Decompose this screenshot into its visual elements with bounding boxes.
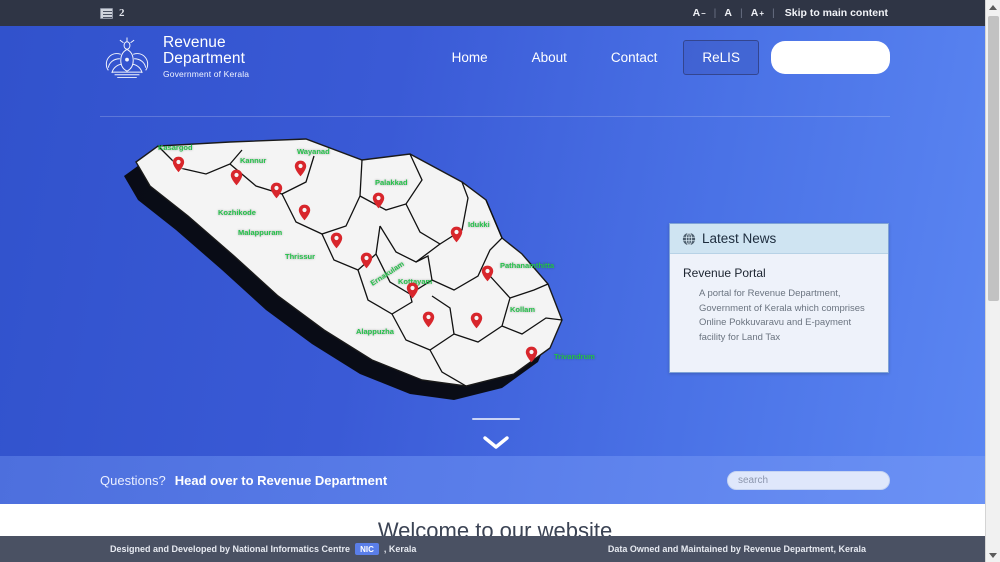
welcome-heading: Welcome to our website <box>378 518 612 536</box>
questions-prompt: Questions? <box>100 473 166 488</box>
map-pin-pathanamthitta[interactable] <box>481 265 494 282</box>
increase-font-label: A <box>751 7 759 19</box>
latest-news-title: Latest News <box>702 231 776 246</box>
nav-item-contact[interactable]: Contact <box>589 41 680 74</box>
triangle-up-icon <box>989 5 997 10</box>
chevron-down-icon[interactable] <box>483 436 509 450</box>
questions-action-text[interactable]: Head over to Revenue Department <box>175 473 387 488</box>
brand-line-3: Government of Kerala <box>163 70 249 79</box>
map-pin-thrissur[interactable] <box>330 232 343 249</box>
hero-section: Revenue Department Government of Kerala … <box>0 26 990 456</box>
news-item-description: A portal for Revenue Department, Governm… <box>683 287 875 346</box>
browser-top-bar: 2 A– | A | A+ | Skip to main content <box>0 0 1000 26</box>
latest-news-panel: Latest News Revenue Portal A portal for … <box>669 223 889 373</box>
kerala-map-graphic <box>110 134 590 424</box>
brand-text: Revenue Department Government of Kerala <box>163 35 249 80</box>
site-header: Revenue Department Government of Kerala … <box>0 26 990 88</box>
page-viewport: Revenue Department Government of Kerala … <box>0 26 990 536</box>
decrease-font-label: A <box>693 7 701 19</box>
map-pin-trivandrum[interactable] <box>525 346 538 363</box>
main-content-section: Welcome to our website <box>0 504 990 536</box>
brand-logo[interactable]: Revenue Department Government of Kerala <box>100 33 249 81</box>
map-pin-kollam[interactable] <box>470 312 483 329</box>
footer-credit-left: Designed and Developed by National Infor… <box>110 543 416 555</box>
nav-item-relis[interactable]: ReLIS <box>683 40 759 75</box>
scrollbar-thumb[interactable] <box>988 16 999 301</box>
footer-credit-right: Data Owned and Maintained by Revenue Dep… <box>608 544 866 554</box>
increase-font-button[interactable]: A+ <box>743 7 772 19</box>
map-pin-kottayam[interactable] <box>406 282 419 299</box>
nav-item-about[interactable]: About <box>510 41 589 74</box>
scroll-down-cue[interactable] <box>470 418 522 455</box>
normal-font-button[interactable]: A <box>716 7 740 19</box>
latest-news-header: Latest News <box>670 224 888 254</box>
header-divider <box>100 116 890 117</box>
footer-developed-by-text: Designed and Developed by National Infor… <box>110 544 350 554</box>
decrease-font-button[interactable]: A– <box>685 7 714 19</box>
triangle-down-icon <box>989 553 997 558</box>
pay-your-tax-button[interactable]: Pay your tax <box>771 41 890 74</box>
skip-to-main-content-link[interactable]: Skip to main content <box>775 7 888 19</box>
page-root: 2 A– | A | A+ | Skip to main content <box>0 0 1000 562</box>
footer-kerala-text: , Kerala <box>384 544 417 554</box>
accessibility-bar: A– | A | A+ | Skip to main content <box>685 7 888 19</box>
scroll-cue-divider <box>472 418 520 420</box>
map-pin-kasargod[interactable] <box>172 156 185 173</box>
map-pin-wayanad[interactable] <box>294 160 307 177</box>
search-input[interactable] <box>727 471 890 490</box>
map-pin-palakkad[interactable] <box>372 192 385 209</box>
window-count: 2 <box>119 7 125 19</box>
globe-icon <box>682 232 696 246</box>
main-navigation: Home About Contact ReLIS Pay your tax <box>430 40 890 75</box>
kerala-map[interactable]: Kasargod Kannur Wayanad Kozhikode Malapp… <box>110 134 590 424</box>
latest-news-body: Revenue Portal A portal for Revenue Depa… <box>670 254 888 346</box>
map-pin-ernakulam[interactable] <box>360 252 373 269</box>
vertical-scrollbar[interactable] <box>985 0 1000 562</box>
news-item-title[interactable]: Revenue Portal <box>683 266 875 280</box>
window-list-icon[interactable] <box>100 8 113 19</box>
map-pin-idukki[interactable] <box>450 226 463 243</box>
kerala-state-emblem-icon <box>100 33 154 81</box>
brand-line-1: Revenue <box>163 35 249 52</box>
map-pin-kozhikode[interactable] <box>270 182 283 199</box>
nav-item-home[interactable]: Home <box>430 41 510 74</box>
normal-font-label: A <box>724 7 732 19</box>
map-pin-alappuzha[interactable] <box>422 311 435 328</box>
decrease-font-sign: – <box>701 9 705 18</box>
scroll-up-button[interactable] <box>986 0 1000 14</box>
site-footer: Designed and Developed by National Infor… <box>0 536 1000 562</box>
nic-badge[interactable]: NIC <box>355 543 379 555</box>
increase-font-sign: + <box>759 9 764 18</box>
map-pin-malappuram[interactable] <box>298 204 311 221</box>
brand-line-2: Department <box>163 51 249 68</box>
window-indicator[interactable]: 2 <box>100 7 125 19</box>
scroll-down-button[interactable] <box>986 548 1000 562</box>
questions-strip: Questions? Head over to Revenue Departme… <box>0 456 990 504</box>
map-pin-kannur[interactable] <box>230 169 243 186</box>
